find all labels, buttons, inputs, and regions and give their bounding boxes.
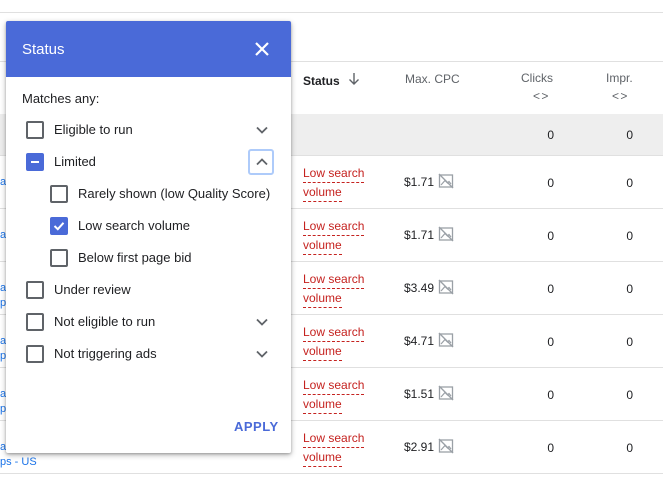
- header-status[interactable]: Status: [303, 74, 340, 88]
- status-option[interactable]: Below first page bid: [6, 245, 291, 271]
- chevron-up-icon[interactable]: [254, 154, 270, 170]
- header-clicks[interactable]: Clicks: [521, 71, 553, 85]
- dialog-title: Status: [22, 41, 65, 58]
- indeterminate-icon: [31, 161, 39, 163]
- status-link[interactable]: Low search volume: [303, 270, 373, 308]
- no-image-icon[interactable]: [438, 173, 454, 189]
- status-text-line2: volume: [303, 342, 342, 361]
- clicks-value: 0: [547, 388, 554, 402]
- no-image-icon[interactable]: [438, 332, 454, 348]
- dialog-header: Status: [6, 21, 291, 77]
- checkbox[interactable]: [26, 281, 44, 299]
- row-name-fragment[interactable]: ps - US: [0, 456, 37, 468]
- status-text-line2: volume: [303, 289, 342, 308]
- impr-value: 0: [626, 441, 633, 455]
- max-cpc-value[interactable]: $1.71: [404, 175, 434, 189]
- status-filter-dialog: Status Matches any: Eligible to run Limit…: [6, 21, 291, 453]
- impr-value: 0: [626, 176, 633, 190]
- top-divider: [0, 12, 663, 13]
- status-option[interactable]: Rarely shown (low Quality Score): [6, 181, 291, 207]
- status-text-line1: Low search: [303, 164, 365, 183]
- status-link[interactable]: Low search volume: [303, 217, 373, 255]
- max-cpc-value[interactable]: $1.71: [404, 228, 434, 242]
- checkbox[interactable]: [26, 313, 44, 331]
- max-cpc-value[interactable]: $2.91: [404, 440, 434, 454]
- clicks-value: 0: [547, 441, 554, 455]
- option-label: Rarely shown (low Quality Score): [78, 186, 271, 201]
- status-link[interactable]: Low search volume: [303, 323, 373, 361]
- checkbox[interactable]: [26, 345, 44, 363]
- impr-value: 0: [626, 388, 633, 402]
- header-max-cpc[interactable]: Max. CPC: [405, 72, 460, 86]
- matches-any-label: Matches any:: [22, 91, 100, 106]
- option-label: Not triggering ads: [54, 346, 157, 361]
- option-label: Under review: [54, 282, 131, 297]
- total-clicks: 0: [547, 128, 554, 142]
- checkbox[interactable]: [26, 153, 44, 171]
- sort-down-icon[interactable]: [347, 72, 361, 86]
- clicks-value: 0: [547, 229, 554, 243]
- clicks-value: 0: [547, 335, 554, 349]
- close-icon[interactable]: [251, 38, 273, 60]
- total-impr: 0: [626, 128, 633, 142]
- status-option[interactable]: Not eligible to run: [6, 309, 291, 335]
- status-text-line2: volume: [303, 236, 342, 255]
- option-label: Limited: [54, 154, 96, 169]
- option-label: Not eligible to run: [54, 314, 156, 329]
- status-text-line1: Low search: [303, 323, 365, 342]
- apply-button[interactable]: APPLY: [234, 419, 279, 434]
- status-link[interactable]: Low search volume: [303, 376, 373, 414]
- status-text-line1: Low search: [303, 429, 365, 448]
- status-option[interactable]: Not triggering ads: [6, 341, 291, 367]
- option-label: Below first page bid: [78, 250, 192, 265]
- checkbox[interactable]: [50, 217, 68, 235]
- chevron-down-icon[interactable]: [254, 314, 270, 330]
- no-image-icon[interactable]: [438, 226, 454, 242]
- checkbox[interactable]: [50, 249, 68, 267]
- option-label: Low search volume: [78, 218, 190, 233]
- header-impr[interactable]: Impr.: [606, 71, 633, 85]
- checkbox[interactable]: [26, 121, 44, 139]
- status-text-line2: volume: [303, 448, 342, 467]
- status-link[interactable]: Low search volume: [303, 164, 373, 202]
- status-text-line1: Low search: [303, 217, 365, 236]
- impr-value: 0: [626, 282, 633, 296]
- status-option[interactable]: Low search volume: [6, 213, 291, 239]
- chevron-down-icon[interactable]: [254, 122, 270, 138]
- status-option[interactable]: Under review: [6, 277, 291, 303]
- chevron-down-icon[interactable]: [254, 346, 270, 362]
- status-option[interactable]: Limited: [6, 149, 291, 175]
- no-image-icon[interactable]: [438, 385, 454, 401]
- status-link[interactable]: Low search volume: [303, 429, 373, 467]
- checkbox[interactable]: [50, 185, 68, 203]
- expand-arrows-icon[interactable]: < >: [612, 89, 627, 103]
- no-image-icon[interactable]: [438, 279, 454, 295]
- status-text-line1: Low search: [303, 376, 365, 395]
- no-image-icon[interactable]: [438, 438, 454, 454]
- max-cpc-value[interactable]: $1.51: [404, 387, 434, 401]
- clicks-value: 0: [547, 176, 554, 190]
- status-text-line1: Low search: [303, 270, 365, 289]
- max-cpc-value[interactable]: $3.49: [404, 281, 434, 295]
- impr-value: 0: [626, 229, 633, 243]
- status-option[interactable]: Eligible to run: [6, 117, 291, 143]
- option-label: Eligible to run: [54, 122, 133, 137]
- status-text-line2: volume: [303, 395, 342, 414]
- impr-value: 0: [626, 335, 633, 349]
- expand-arrows-icon[interactable]: < >: [533, 89, 548, 103]
- status-text-line2: volume: [303, 183, 342, 202]
- checkmark-icon: [53, 222, 65, 231]
- clicks-value: 0: [547, 282, 554, 296]
- max-cpc-value[interactable]: $4.71: [404, 334, 434, 348]
